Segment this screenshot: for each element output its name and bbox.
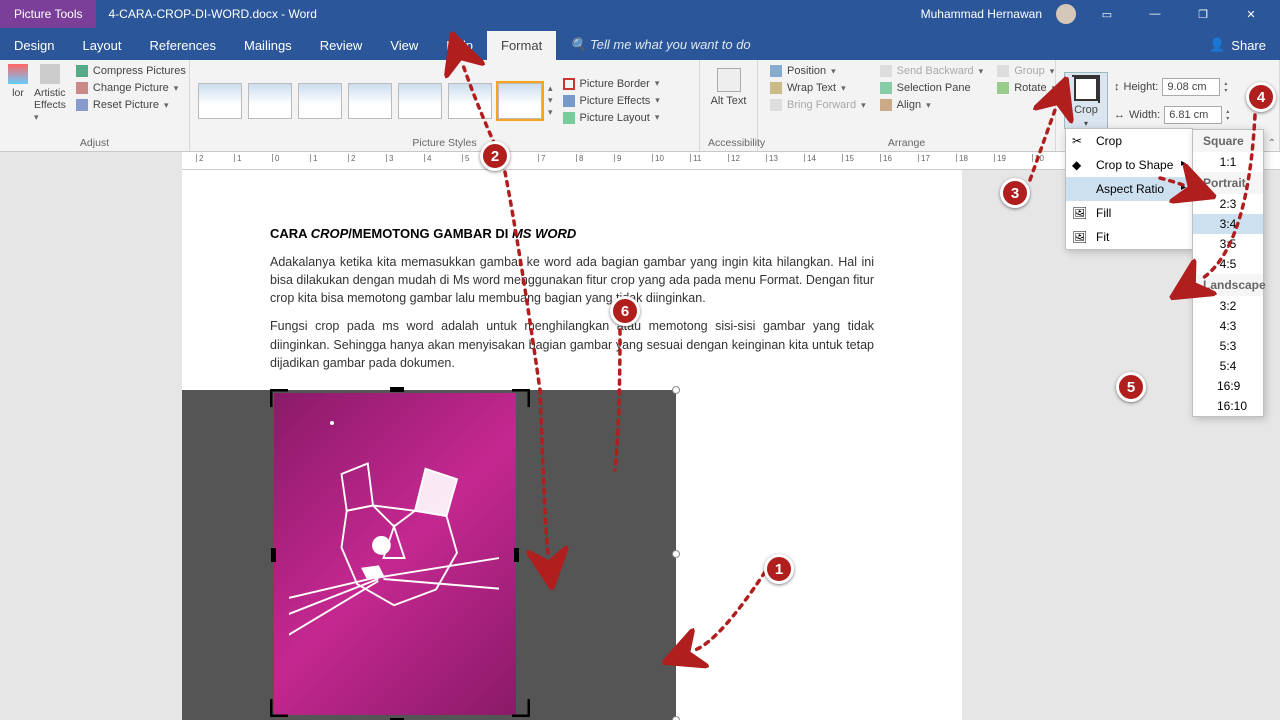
crop-item-crop[interactable]: ✂Crop [1066,129,1192,153]
group-accessibility: Accessibility [708,137,749,149]
position-button[interactable]: Position [766,64,870,78]
crop-dropdown: ✂Crop ◆Crop to Shape Aspect Ratio 🖼Fill … [1065,128,1193,250]
width-input[interactable]: ↔Width: 6.81 cm ▴▾ [1114,106,1229,124]
picture-tools-tab[interactable]: Picture Tools [0,0,96,28]
picture-layout-button[interactable]: Picture Layout [559,111,664,125]
rotate-button[interactable]: Rotate [993,81,1060,95]
ribbon-tabs: Design Layout References Mailings Review… [0,28,1280,60]
callout-badge-3: 3 [1000,178,1030,208]
callout-badge-4: 4 [1246,82,1276,112]
aspect-3-5[interactable]: 3:5 [1193,234,1263,254]
user-name: Muhammad Hernawan [921,7,1042,21]
aspect-5-4[interactable]: 5:4 [1193,356,1263,376]
callout-badge-2: 2 [480,141,510,171]
restore-button[interactable]: ❐ [1186,8,1220,21]
alt-text-button[interactable]: Alt Text [708,64,749,137]
aspect-section-portrait: Portrait [1193,172,1263,194]
crop-button[interactable]: Crop ▾ [1064,72,1108,129]
user-avatar[interactable] [1056,4,1076,24]
height-input[interactable]: ↕Height: 9.08 cm ▴▾ [1114,78,1229,96]
aspect-16-10[interactable]: 16:10 [1193,396,1263,416]
selected-image[interactable] [182,390,676,720]
minimize-button[interactable]: — [1138,8,1172,20]
tab-help[interactable]: Help [432,31,487,60]
document-title: 4-CARA-CROP-DI-WORD.docx - Word [108,7,316,21]
group-arrange: Arrange [766,137,1047,149]
tab-view[interactable]: View [376,31,432,60]
paragraph-2: Fungsi crop pada ms word adalah untuk me… [270,317,874,371]
callout-badge-6: 6 [610,296,640,326]
tab-design[interactable]: Design [0,31,68,60]
tab-format[interactable]: Format [487,31,556,60]
aspect-section-square: Square [1193,130,1263,152]
share-button[interactable]: 👤 Share [1195,30,1280,60]
crop-item-fit[interactable]: 🖼Fit [1066,225,1192,249]
align-button[interactable]: Align [876,98,988,112]
document-area: CARA CROP/MEMOTONG GAMBAR DI MS WORD Ada… [0,170,1280,720]
aspect-3-2[interactable]: 3:2 [1193,296,1263,316]
crop-item-shape[interactable]: ◆Crop to Shape [1066,153,1192,177]
titlebar: Picture Tools 4-CARA-CROP-DI-WORD.docx -… [0,0,1280,28]
close-button[interactable]: ✕ [1234,8,1268,21]
reset-picture-button[interactable]: Reset Picture [72,98,190,112]
change-picture-button[interactable]: Change Picture [72,81,190,95]
paragraph-1: Adakalanya ketika kita memasukkan gambar… [270,253,874,307]
group-picture-styles: Picture Styles [198,137,691,149]
tab-review[interactable]: Review [306,31,377,60]
bring-forward-button[interactable]: Bring Forward [766,98,870,112]
crop-item-fill[interactable]: 🖼Fill [1066,201,1192,225]
color-button[interactable]: lor [12,87,24,99]
aspect-2-3[interactable]: 2:3 [1193,194,1263,214]
collapse-ribbon-icon[interactable]: ⌃ [1268,138,1276,149]
group-button[interactable]: Group [993,64,1060,78]
aspect-4-5[interactable]: 4:5 [1193,254,1263,274]
callout-badge-1: 1 [764,554,794,584]
tab-references[interactable]: References [136,31,230,60]
selection-pane-button[interactable]: Selection Pane [876,81,988,95]
send-backward-button[interactable]: Send Backward [876,64,988,78]
aspect-3-4[interactable]: 3:4 [1193,214,1263,234]
tab-layout[interactable]: Layout [68,31,135,60]
crop-region[interactable] [274,393,516,715]
aspect-ratio-submenu: Square 1:1 Portrait 2:3 3:4 3:5 4:5 Land… [1192,129,1264,417]
page[interactable]: CARA CROP/MEMOTONG GAMBAR DI MS WORD Ada… [182,170,962,720]
cat-illustration [289,453,499,663]
aspect-1-1[interactable]: 1:1 [1193,152,1263,172]
group-adjust: Adjust [8,137,181,149]
artistic-effects-button[interactable]: Artistic Effects [34,87,66,123]
picture-effects-button[interactable]: Picture Effects [559,94,664,108]
compress-pictures-button[interactable]: Compress Pictures [72,64,190,78]
aspect-4-3[interactable]: 4:3 [1193,316,1263,336]
tab-mailings[interactable]: Mailings [230,31,306,60]
aspect-section-landscape: Landscape [1193,274,1263,296]
ribbon-options-icon[interactable]: ▭ [1090,8,1124,21]
picture-styles-gallery[interactable]: ▴▾▾ [198,83,553,119]
picture-border-button[interactable]: Picture Border [559,77,664,91]
aspect-16-9[interactable]: 16:9 [1193,376,1263,396]
tell-me-search[interactable]: 🔍 Tell me what you want to do [556,30,764,60]
callout-badge-5: 5 [1116,372,1146,402]
crop-item-aspect[interactable]: Aspect Ratio [1066,177,1192,201]
heading: CARA CROP/MEMOTONG GAMBAR DI MS WORD [270,226,874,241]
wrap-text-button[interactable]: Wrap Text [766,81,870,95]
aspect-5-3[interactable]: 5:3 [1193,336,1263,356]
